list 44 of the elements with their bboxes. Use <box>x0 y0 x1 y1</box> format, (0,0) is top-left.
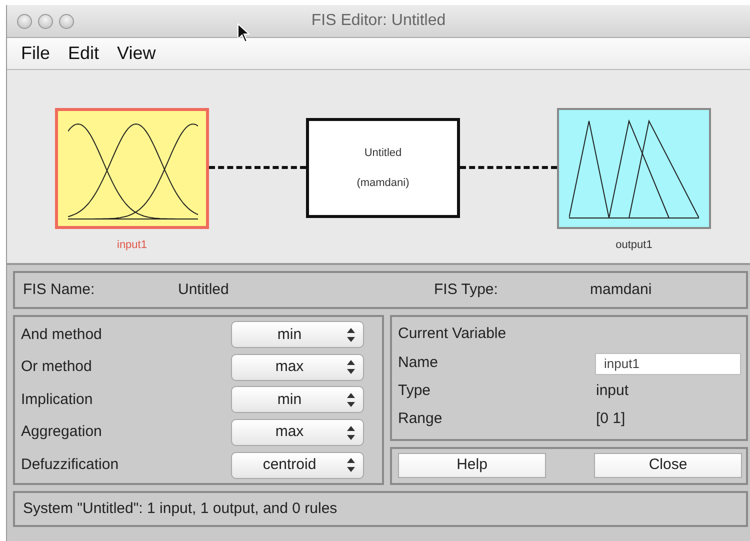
up-down-arrows-icon <box>347 392 355 407</box>
method-dropdown[interactable]: min <box>231 321 364 348</box>
up-down-arrows-icon <box>347 360 355 374</box>
name-field[interactable]: input1 <box>596 354 740 374</box>
method-dropdown[interactable]: centroid <box>231 452 364 479</box>
method-label: Aggregation <box>21 422 103 442</box>
window-control-icon[interactable] <box>59 14 74 28</box>
system-name: Untitled <box>364 146 402 160</box>
dialog-button[interactable]: Help <box>398 453 546 478</box>
variable-label: input1 <box>117 238 147 253</box>
field-label: Type <box>398 381 432 402</box>
method-label: Implication <box>21 390 94 410</box>
menu-item[interactable]: View <box>111 40 168 67</box>
mouse-cursor-icon <box>237 23 251 43</box>
system-type: (mamdani) <box>356 176 410 191</box>
method-dropdown[interactable]: max <box>231 354 364 381</box>
menu-item[interactable]: Edit <box>62 40 112 67</box>
field-label: Range <box>398 409 444 430</box>
up-down-arrows-icon <box>347 426 355 440</box>
field-label: Name <box>398 353 440 374</box>
fis-name-label: FIS Name: <box>22 280 96 300</box>
window-title: FIS Editor: Untitled <box>311 12 446 29</box>
method-dropdown[interactable]: min <box>231 386 364 414</box>
menu-item[interactable]: File <box>15 40 62 67</box>
method-label: And method <box>21 324 103 345</box>
window-control-icon[interactable] <box>17 14 32 28</box>
status-text: System "Untitled": 1 input, 1 output, and 0 rules <box>23 498 338 519</box>
output-variable-block[interactable] <box>557 108 711 229</box>
variable-label: output1 <box>616 238 652 253</box>
window-control-icon[interactable] <box>38 14 53 28</box>
input-variable-block[interactable] <box>55 108 209 229</box>
field-value: [0 1] <box>596 409 626 430</box>
fis-type-value: mamdani <box>590 280 652 300</box>
system-block[interactable]: Untitled (mamdani) <box>306 118 460 218</box>
method-label: Defuzzification <box>21 454 120 475</box>
field-value: input <box>596 381 629 402</box>
up-down-arrows-icon <box>347 458 355 472</box>
fis-type-label: FIS Type: <box>434 280 499 300</box>
up-down-arrows-icon <box>347 328 355 342</box>
dialog-button[interactable]: Close <box>594 453 742 478</box>
method-label: Or method <box>21 357 93 378</box>
method-dropdown[interactable]: max <box>231 419 364 446</box>
panel-heading: Current Variable <box>398 324 508 344</box>
fis-name-value: Untitled <box>178 280 230 300</box>
